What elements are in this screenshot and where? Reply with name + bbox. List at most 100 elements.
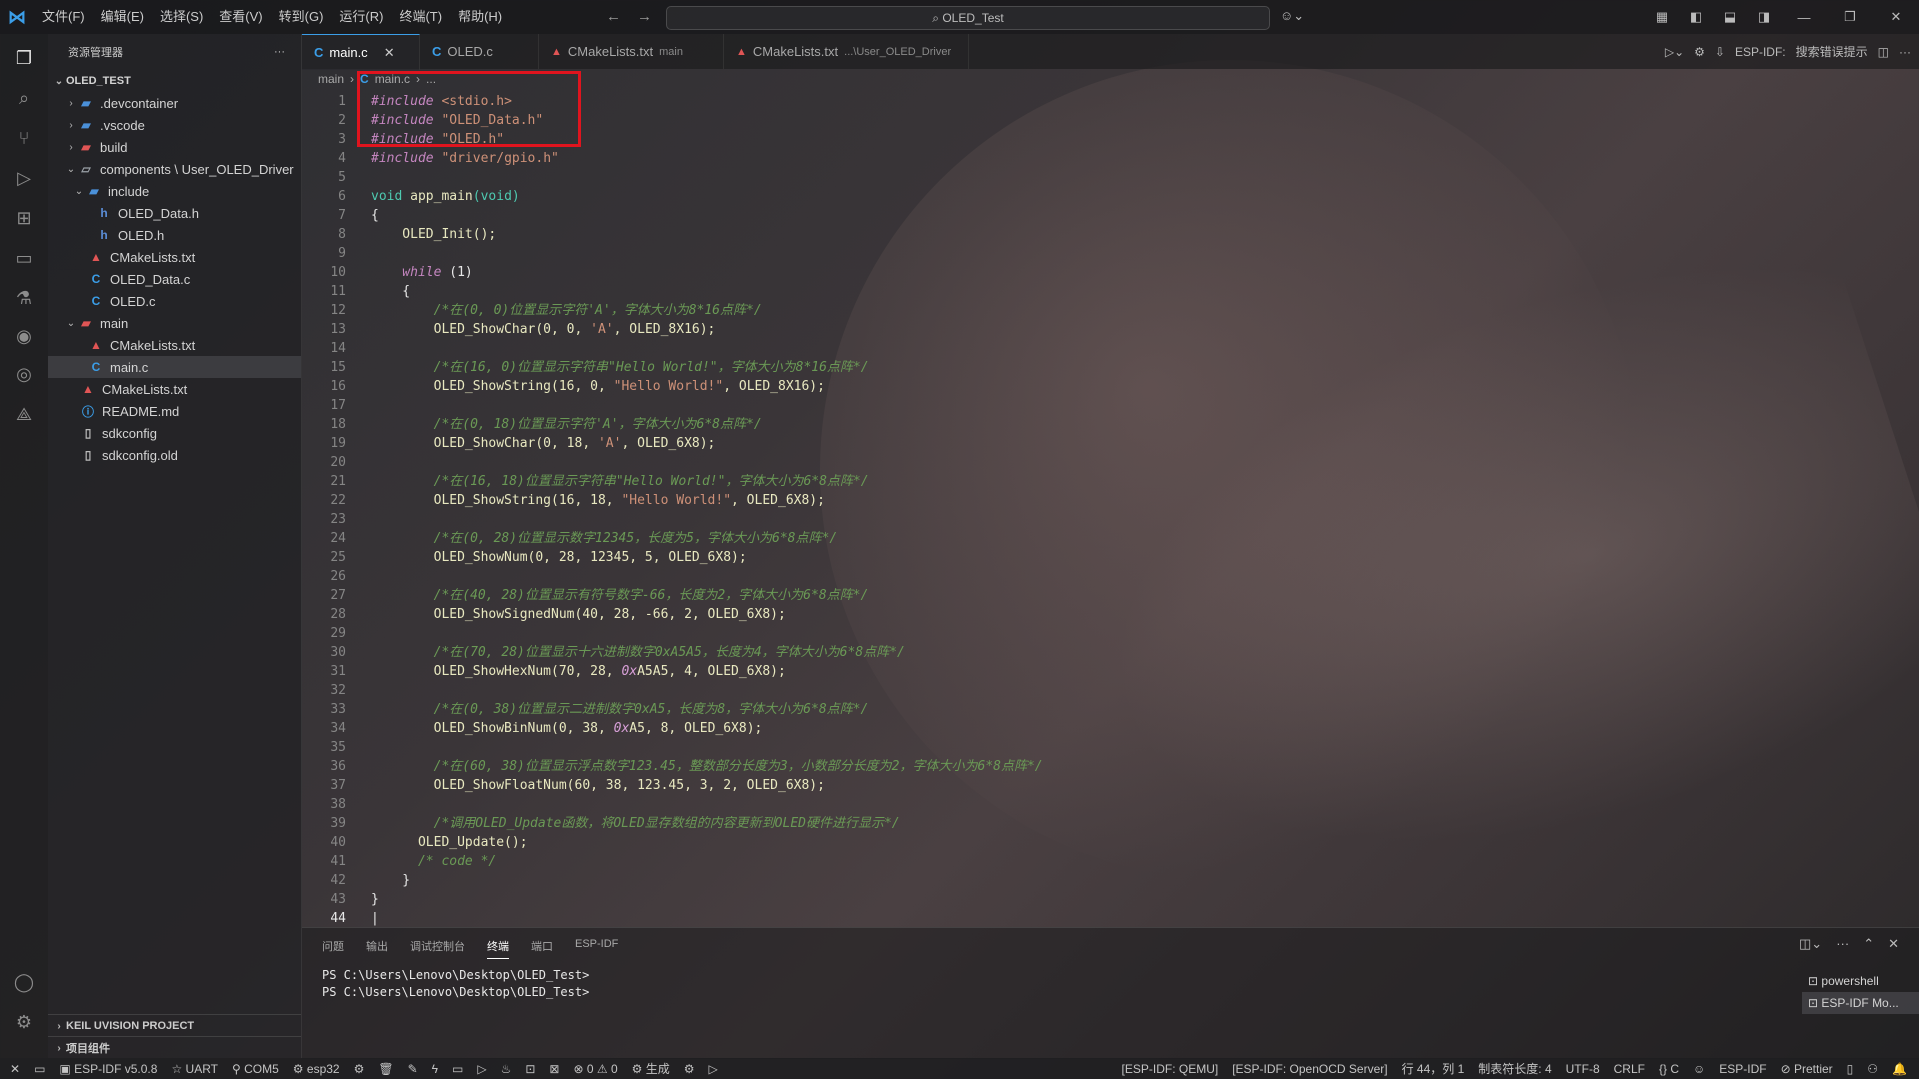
tree-item-oled-c[interactable]: C OLED.c (48, 290, 301, 312)
status-uart[interactable]: ☆ UART (171, 1062, 218, 1076)
tree-item-devcontainer[interactable]: › ▰ .devcontainer (48, 92, 301, 114)
feedback-icon[interactable]: ⚇ (1867, 1062, 1878, 1076)
copilot-icon[interactable]: ☺ (1693, 1062, 1705, 1076)
terminal-line[interactable]: PS C:\Users\Lenovo\Desktop\OLED_Test> (322, 968, 589, 982)
section-keil-uvision[interactable]: › KEIL UVISION PROJECT (48, 1014, 301, 1037)
trash-icon[interactable]: 🗑 (378, 1062, 393, 1076)
tab-main-c[interactable]: Cmain.c ✕ (302, 34, 420, 70)
tab-esp-idf[interactable]: ESP-IDF (575, 938, 618, 959)
source-control-icon[interactable]: ⑂ (12, 126, 36, 150)
tab-terminal[interactable]: 终端 (487, 938, 509, 959)
bell-icon[interactable]: 🔔 (1892, 1062, 1907, 1076)
status-problems[interactable]: ⊗ 0 ⚠ 0 (573, 1062, 617, 1076)
section-project-components[interactable]: › 项目组件 (48, 1036, 301, 1059)
tab-ports[interactable]: 端口 (531, 938, 553, 959)
menu-view[interactable]: 查看(V) (211, 0, 270, 34)
gear-icon[interactable]: ⚙ (1694, 45, 1705, 59)
tree-item-readme[interactable]: ⓘ README.md (48, 400, 301, 422)
toggle-secondary-sidebar-icon[interactable]: ◨ (1747, 9, 1781, 25)
more-actions-icon[interactable]: ··· (1899, 45, 1911, 59)
terminal-icon[interactable]: ⊡ (525, 1062, 535, 1076)
close-window-icon[interactable]: ✕ (1873, 9, 1919, 25)
run-icon[interactable]: ▷⌄ (1665, 45, 1684, 59)
split-editor-icon[interactable]: ◫ (1878, 45, 1889, 59)
tab-debug-console[interactable]: 调试控制台 (410, 938, 465, 959)
workspace-root[interactable]: ⌄ OLED_TEST (48, 70, 301, 92)
platformio-icon[interactable]: ◉ (12, 324, 36, 348)
menu-edit[interactable]: 编辑(E) (93, 0, 152, 34)
menu-help[interactable]: 帮助(H) (450, 0, 510, 34)
tab-problems[interactable]: 问题 (322, 938, 344, 959)
tree-item-cmakelists[interactable]: ▲ CMakeLists.txt (48, 246, 301, 268)
status-com-port[interactable]: ⚲ COM5 (232, 1062, 279, 1076)
file-icon[interactable]: ▯ (1847, 1062, 1854, 1076)
settings-gear-icon[interactable]: ⚙ (12, 1010, 36, 1034)
tree-item-cmakelists[interactable]: ▲ CMakeLists.txt (48, 378, 301, 400)
split-terminal-icon[interactable]: ◫⌄ (1799, 936, 1822, 952)
tree-item-build[interactable]: › ▰ build (48, 136, 301, 158)
status-encoding[interactable]: UTF-8 (1566, 1062, 1600, 1076)
remote-explorer-icon[interactable]: ▭ (12, 246, 36, 270)
tab-output[interactable]: 输出 (366, 938, 388, 959)
minimize-icon[interactable]: — (1781, 10, 1827, 25)
tree-item-components[interactable]: ⌄ ▱ components \ User_OLED_Driver (48, 158, 301, 180)
tree-item-main-folder[interactable]: ⌄ ▰ main (48, 312, 301, 334)
tab-cmakelists-main[interactable]: ▲ CMakeLists.txt main (539, 34, 724, 69)
status-tab-size[interactable]: 制表符长度: 4 (1478, 1060, 1551, 1077)
status-eol[interactable]: CRLF (1614, 1062, 1645, 1076)
account-icon[interactable]: ◯ (12, 970, 36, 994)
terminal-item-powershell[interactable]: ⊡ powershell (1802, 970, 1919, 992)
tree-item-oled-h[interactable]: h OLED.h (48, 224, 301, 246)
menu-terminal[interactable]: 终端(T) (391, 0, 450, 34)
flash-icon[interactable]: ϟ (432, 1062, 438, 1076)
remote-icon[interactable]: ✕ (10, 1062, 20, 1076)
menu-go[interactable]: 转到(G) (271, 0, 332, 34)
build-flash-monitor-icon[interactable]: ⊠ (549, 1062, 559, 1076)
menu-run[interactable]: 运行(R) (331, 0, 391, 34)
menu-file[interactable]: 文件(F) (34, 0, 93, 34)
tree-item-cmakelists[interactable]: ▲ CMakeLists.txt (48, 334, 301, 356)
tree-item-main-c[interactable]: Cmain.c (48, 356, 301, 378)
explorer-icon[interactable]: ❐ (12, 46, 36, 70)
esp-idf-icon[interactable]: ◎ (12, 362, 36, 386)
layout-icon[interactable]: ▦ (1645, 9, 1679, 25)
command-center-search[interactable]: ⌕ OLED_Test (666, 6, 1270, 30)
tree-item-include[interactable]: ⌄ ▰ include (48, 180, 301, 202)
tab-oled-c[interactable]: C OLED.c (420, 34, 539, 69)
status-cursor-position[interactable]: 行 44，列 1 (1402, 1060, 1465, 1077)
more-actions-icon[interactable]: ··· (274, 46, 285, 58)
status-target[interactable]: ⚙ esp32 (293, 1062, 340, 1076)
keil-icon[interactable]: ⟁ (12, 402, 36, 426)
status-openocd[interactable]: [ESP-IDF: OpenOCD Server] (1232, 1062, 1387, 1076)
gear-icon[interactable]: ⚙ (684, 1062, 695, 1076)
monitor-icon[interactable]: ▭ (452, 1062, 463, 1076)
tree-item-sdkconfig[interactable]: ▯ sdkconfig (48, 422, 301, 444)
menu-selection[interactable]: 选择(S) (152, 0, 211, 34)
copilot-icon[interactable]: ☺⌄ (1280, 8, 1304, 24)
tree-item-vscode[interactable]: › ▰ .vscode (48, 114, 301, 136)
fire-icon[interactable]: ♨ (501, 1062, 512, 1076)
wrench-icon[interactable]: ✎ (408, 1062, 418, 1076)
terminal-item-esp-idf[interactable]: ⊡ ESP-IDF Mo... (1802, 992, 1919, 1014)
search-icon[interactable]: ⌕ (12, 86, 36, 110)
maximize-panel-icon[interactable]: ⌃ (1863, 936, 1874, 952)
status-build[interactable]: ⚙ 生成 (632, 1060, 670, 1077)
forward-arrow-icon[interactable]: → (637, 8, 652, 25)
gear-icon[interactable]: ⚙ (354, 1062, 365, 1076)
status-esp-idf-version[interactable]: ▣ ESP-IDF v5.0.8 (59, 1062, 157, 1076)
status-language[interactable]: {} C (1659, 1062, 1679, 1076)
status-esp-idf[interactable]: ESP-IDF (1719, 1062, 1766, 1076)
close-icon[interactable]: ✕ (1888, 936, 1899, 952)
flash-icon[interactable]: ⇩ (1715, 45, 1725, 59)
toggle-panel-icon[interactable]: ⬓ (1713, 9, 1747, 25)
folder-icon[interactable]: ▭ (34, 1062, 45, 1076)
run-debug-icon[interactable]: ▷ (12, 166, 36, 190)
toggle-sidebar-icon[interactable]: ◧ (1679, 9, 1713, 25)
tab-cmakelists-driver[interactable]: ▲ CMakeLists.txt ...\User_OLED_Driver (724, 34, 969, 69)
extensions-icon[interactable]: ⊞ (12, 206, 36, 230)
terminal-line[interactable]: PS C:\Users\Lenovo\Desktop\OLED_Test> (322, 985, 589, 999)
search-error-hint-button[interactable]: 搜索错误提示 (1796, 43, 1868, 60)
back-arrow-icon[interactable]: ← (606, 8, 621, 25)
status-prettier[interactable]: ⊘ Prettier (1781, 1062, 1833, 1076)
breadcrumb-folder[interactable]: main (318, 72, 344, 86)
